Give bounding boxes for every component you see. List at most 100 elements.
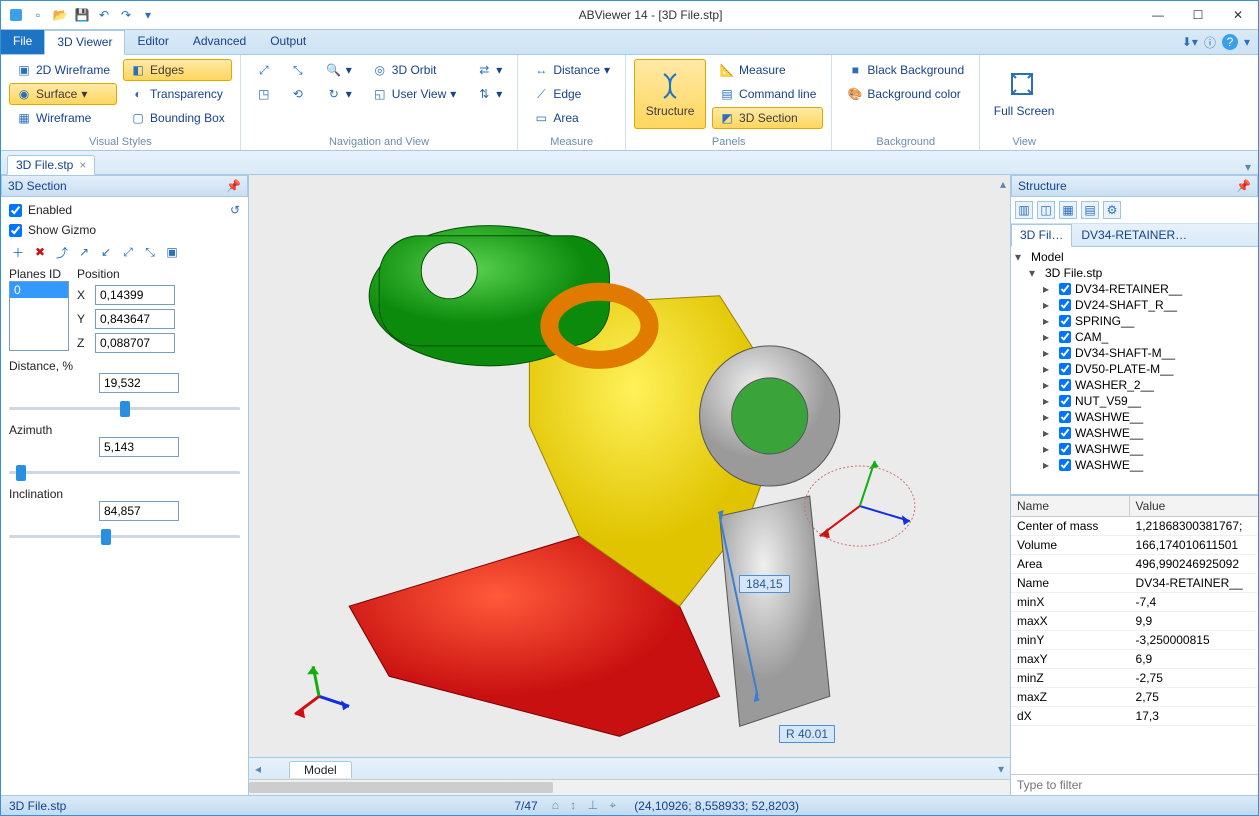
- pos-y-input[interactable]: [95, 309, 175, 329]
- str-icon-3[interactable]: ▦: [1059, 201, 1077, 219]
- btn-distance[interactable]: ↔Distance ▾: [526, 59, 617, 81]
- property-row[interactable]: minZ-2,75: [1011, 669, 1258, 688]
- inclination-slider[interactable]: [9, 527, 240, 545]
- property-row[interactable]: Volume166,174010611501: [1011, 536, 1258, 555]
- btn-3d-section[interactable]: ◩3D Section: [712, 107, 823, 129]
- tree-item[interactable]: ▸ DV24-SHAFT_R__: [1015, 297, 1254, 313]
- undo-icon[interactable]: ↶: [95, 6, 113, 24]
- tree-item[interactable]: ▸ CAM_: [1015, 329, 1254, 345]
- reset-icon[interactable]: ↺: [230, 203, 240, 217]
- btn-bg-color[interactable]: 🎨Background color: [840, 83, 971, 105]
- subtab-file[interactable]: 3D Fil…: [1011, 224, 1072, 247]
- tree-item[interactable]: ▸ WASHWE__: [1015, 409, 1254, 425]
- btn-nav-6[interactable]: ⇅▾: [469, 83, 509, 105]
- tool-4-icon[interactable]: ↗: [75, 243, 93, 261]
- add-plane-icon[interactable]: ＋: [9, 243, 27, 261]
- tab-advanced[interactable]: Advanced: [181, 30, 258, 54]
- planes-listbox[interactable]: 0: [9, 281, 69, 351]
- open-icon[interactable]: 📂: [51, 6, 69, 24]
- tab-3d-viewer[interactable]: 3D Viewer: [44, 30, 125, 55]
- btn-transparency[interactable]: ◐Transparency: [123, 83, 232, 105]
- property-row[interactable]: Area496,990246925092: [1011, 555, 1258, 574]
- tree-item[interactable]: ▸ WASHWE__: [1015, 425, 1254, 441]
- redo-icon[interactable]: ↷: [117, 6, 135, 24]
- help-icon[interactable]: ?: [1222, 34, 1238, 50]
- btn-surface[interactable]: ◉Surface ▾: [9, 83, 117, 105]
- tree-item[interactable]: ▸ DV50-PLATE-M__: [1015, 361, 1254, 377]
- property-row[interactable]: minY-3,250000815: [1011, 631, 1258, 650]
- minimize-button[interactable]: —: [1138, 1, 1178, 29]
- tree-item[interactable]: ▸ WASHER_2__: [1015, 377, 1254, 393]
- pos-x-input[interactable]: [95, 285, 175, 305]
- btn-measure-panel[interactable]: 📐Measure: [712, 59, 823, 81]
- btn-nav-2[interactable]: ⤡: [283, 59, 313, 81]
- btn-edges[interactable]: ◧Edges: [123, 59, 232, 81]
- tool-8-icon[interactable]: ▣: [163, 243, 181, 261]
- app-icon[interactable]: [7, 6, 25, 24]
- inclination-input[interactable]: [99, 501, 179, 521]
- btn-nav-5[interactable]: ⇄▾: [469, 59, 509, 81]
- close-button[interactable]: ✕: [1218, 1, 1258, 29]
- tab-editor[interactable]: Editor: [125, 30, 180, 54]
- tree-item[interactable]: ▸ WASHWE__: [1015, 457, 1254, 473]
- pin-icon[interactable]: 📌: [226, 179, 241, 193]
- close-tab-icon[interactable]: ×: [79, 158, 86, 172]
- canvas-menu-icon[interactable]: ▴: [1000, 177, 1006, 191]
- btn-black-bg[interactable]: ■Black Background: [840, 59, 971, 81]
- azimuth-slider[interactable]: [9, 463, 240, 481]
- str-icon-4[interactable]: ▤: [1081, 201, 1099, 219]
- structure-tree[interactable]: ▾Model ▾3D File.stp ▸ DV34-RETAINER__▸ D…: [1011, 247, 1258, 495]
- pin-icon[interactable]: 📌: [1236, 179, 1251, 193]
- btn-user-view[interactable]: ◱User View ▾: [365, 83, 464, 105]
- chk-enabled[interactable]: Enabled: [9, 203, 72, 217]
- btn-nav-3[interactable]: ◳: [249, 83, 279, 105]
- distance-slider[interactable]: [9, 399, 240, 417]
- btn-2d-wireframe[interactable]: ▣2D Wireframe: [9, 59, 117, 81]
- subtab-retainer[interactable]: DV34-RETAINER…: [1072, 224, 1196, 246]
- str-icon-2[interactable]: ◫: [1037, 201, 1055, 219]
- save-icon[interactable]: 💾: [73, 6, 91, 24]
- btn-rotate[interactable]: ↻▾: [319, 83, 359, 105]
- tree-item[interactable]: ▸ DV34-RETAINER__: [1015, 281, 1254, 297]
- btn-edge[interactable]: ⟋Edge: [526, 83, 617, 105]
- tool-6-icon[interactable]: ⤢: [119, 243, 137, 261]
- btn-nav-4[interactable]: ⟲: [283, 83, 313, 105]
- btn-3d-orbit[interactable]: ◎3D Orbit: [365, 59, 464, 81]
- qat-dropdown-icon[interactable]: ▾: [139, 6, 157, 24]
- viewport-tab-model[interactable]: Model: [289, 761, 352, 778]
- new-icon[interactable]: ▫: [29, 6, 47, 24]
- property-row[interactable]: NameDV34-RETAINER__: [1011, 574, 1258, 593]
- tool-5-icon[interactable]: ↙: [97, 243, 115, 261]
- tree-item[interactable]: ▸ NUT_V59__: [1015, 393, 1254, 409]
- str-icon-1[interactable]: ▥: [1015, 201, 1033, 219]
- btn-zoom[interactable]: 🔍▾: [319, 59, 359, 81]
- tool-3-icon[interactable]: ⤴: [53, 243, 71, 261]
- vtab-menu-icon[interactable]: ▾: [992, 762, 1010, 776]
- distance-input[interactable]: [99, 373, 179, 393]
- property-row[interactable]: dX17,3: [1011, 707, 1258, 726]
- tree-item[interactable]: ▸ SPRING__: [1015, 313, 1254, 329]
- azimuth-input[interactable]: [99, 437, 179, 457]
- btn-full-screen[interactable]: Full Screen: [988, 59, 1060, 129]
- property-row[interactable]: maxZ2,75: [1011, 688, 1258, 707]
- 3d-canvas[interactable]: 184,15 R 40.01 ▴: [249, 175, 1010, 757]
- maximize-button[interactable]: ☐: [1178, 1, 1218, 29]
- property-row[interactable]: Center of mass1,21868300381767;: [1011, 517, 1258, 536]
- tab-output[interactable]: Output: [258, 30, 318, 54]
- vtab-prev-icon[interactable]: ◂: [249, 762, 267, 776]
- tab-file[interactable]: File: [1, 30, 44, 54]
- chk-show-gizmo[interactable]: Show Gizmo: [9, 223, 240, 237]
- btn-nav-1[interactable]: ⤢: [249, 59, 279, 81]
- cloud-icon[interactable]: ⬇▾: [1182, 35, 1198, 49]
- property-row[interactable]: maxY6,9: [1011, 650, 1258, 669]
- str-icon-5[interactable]: ⚙: [1103, 201, 1121, 219]
- remove-plane-icon[interactable]: ✖: [31, 243, 49, 261]
- btn-wireframe[interactable]: ▦Wireframe: [9, 107, 117, 129]
- property-row[interactable]: minX-7,4: [1011, 593, 1258, 612]
- filter-input[interactable]: [1011, 775, 1258, 795]
- btn-bounding-box[interactable]: ▢Bounding Box: [123, 107, 232, 129]
- help-dropdown-icon[interactable]: ▾: [1244, 35, 1250, 49]
- btn-area[interactable]: ▭Area: [526, 107, 617, 129]
- info-icon[interactable]: ⓘ: [1204, 34, 1216, 51]
- tool-7-icon[interactable]: ⤡: [141, 243, 159, 261]
